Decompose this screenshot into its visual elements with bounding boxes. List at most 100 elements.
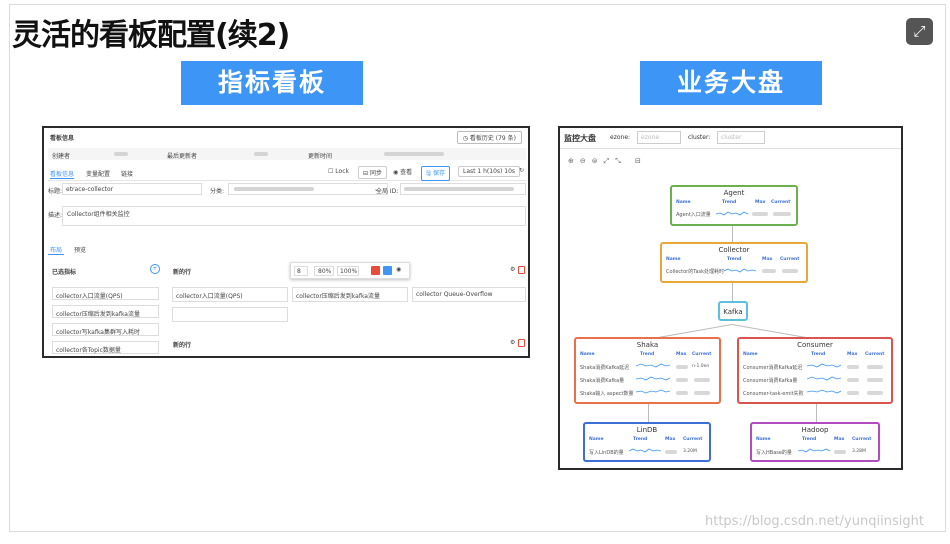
current-value: n-1.0en (692, 364, 710, 369)
tab-preview[interactable]: 预览 (74, 245, 86, 254)
node-title: Consumer (797, 341, 833, 349)
width-100-button[interactable]: 100% (337, 266, 359, 276)
delete-icon[interactable] (371, 266, 380, 275)
trend-sparkline (798, 448, 830, 453)
gear-icon[interactable]: ⚙ (510, 339, 515, 346)
ezone-input[interactable]: ezone (637, 131, 681, 144)
node-title: LinDB (636, 426, 658, 434)
node-title: Collector (718, 246, 750, 254)
current-value (867, 378, 883, 382)
col-name: Name (666, 257, 681, 262)
kafka-node[interactable]: Kafka (718, 301, 748, 321)
row-cell-empty[interactable] (172, 307, 288, 322)
node-title: Hadoop (801, 426, 829, 434)
row-cell[interactable]: collector压缩后发到kafka流量 (292, 287, 408, 302)
trend-sparkline (629, 448, 661, 453)
creator-label: 创建者 (52, 153, 71, 160)
col-current: Current (865, 352, 885, 357)
edit-icon[interactable] (383, 266, 392, 275)
trash-icon[interactable] (518, 339, 525, 347)
refresh-icon[interactable]: ↻ (519, 167, 524, 174)
business-overview-screenshot: 监控大盘 ezone: ezone cluster: cluster ⊕⊖⊜⤢⤡… (558, 126, 903, 470)
col-name: Name (756, 437, 771, 442)
hadoop-node[interactable]: Hadoop Name Trend Max Current 写入HBase的量 … (750, 422, 880, 462)
max-value (762, 269, 776, 273)
view-button[interactable]: ◉ 查看 (389, 166, 417, 177)
current-value (867, 365, 883, 369)
zoom-toolbar[interactable]: ⊕⊖⊜⤢⤡ ⊟ (568, 157, 647, 166)
row-cell[interactable]: collector入口流量(QPS) (172, 287, 288, 302)
current-value (694, 378, 710, 382)
shaka-node[interactable]: Shaka Name Trend Max Current Shaka消费Kafk… (574, 337, 721, 404)
lindb-node[interactable]: LinDB Name Trend Max Current 写入LinDB的量 3… (583, 422, 711, 462)
category-value (234, 187, 314, 191)
time-range-picker[interactable]: Last 1 h(10s) 10s (458, 166, 521, 177)
metric-row: Shaka输入 aspect数量 (580, 391, 634, 397)
metric-item[interactable]: collector入口流量(QPS) (52, 287, 159, 300)
tab-links[interactable]: 链接 (121, 169, 133, 178)
current-value (773, 212, 791, 216)
collector-node[interactable]: Collector Name Trend Max Current Collect… (660, 242, 808, 283)
expand-icon[interactable]: ⤢ (906, 18, 933, 45)
max-value (665, 450, 677, 454)
node-title: Agent (723, 189, 745, 197)
consumer-node[interactable]: Consumer Name Trend Max Current Consumer… (737, 337, 893, 404)
current-value (867, 391, 883, 395)
agent-node[interactable]: Agent Name Trend Max Current Agent入口流量 (670, 185, 798, 226)
col-trend: Trend (802, 437, 817, 442)
tab-variables[interactable]: 变量配置 (86, 169, 110, 178)
metric-item[interactable]: collector各Topic数据量 (52, 341, 159, 354)
col-current: Current (692, 352, 712, 357)
trend-sparkline (807, 363, 841, 394)
save-label: 保存 (433, 170, 446, 177)
connector (732, 226, 733, 242)
col-name: Name (589, 437, 604, 442)
save-button[interactable]: 🖫 保存 (421, 166, 451, 181)
history-button-label: 看板历史 (79 条) (469, 135, 516, 142)
width-80-button[interactable]: 80% (314, 266, 334, 276)
trash-icon[interactable] (518, 266, 525, 274)
toolbar-divider (560, 148, 901, 149)
view-label: 查看 (400, 169, 413, 176)
eye-icon[interactable]: ◉ (396, 266, 401, 273)
update-time-value (384, 152, 444, 156)
max-value (847, 365, 859, 369)
slide-title: 灵活的看板配置(续2) (12, 18, 290, 53)
metric-item[interactable]: collector写kafka集群写入耗时 (52, 323, 159, 336)
tab-dashboard-info[interactable]: 看板信息 (50, 169, 74, 178)
row-cell[interactable]: collector Queue-Overflow (412, 287, 526, 302)
column-select[interactable]: 8 (294, 266, 308, 276)
sync-button[interactable]: ⊟ 同步 (358, 166, 387, 179)
description-textarea[interactable]: Collector组件相关监控 (62, 206, 526, 226)
category-label: 分类: (210, 188, 225, 195)
lock-checkbox[interactable]: ☐ Lock (328, 168, 349, 175)
node-title: Kafka (723, 308, 743, 316)
col-max: Max (847, 352, 858, 357)
max-value (752, 212, 768, 216)
max-value (834, 450, 846, 454)
metric-row: Consumer-task-emit失败 (743, 391, 804, 397)
metric-item[interactable]: collector压缩后发到kafka流量 (52, 305, 159, 318)
connector (648, 404, 649, 422)
connector (732, 283, 733, 301)
active-tab-underline (50, 178, 74, 179)
cluster-input[interactable]: cluster (717, 131, 765, 144)
metric-row: Consumer消费Kafka量 (743, 378, 798, 384)
max-value (847, 391, 859, 395)
gear-icon[interactable]: ⚙ (510, 266, 515, 273)
tab-layout[interactable]: 布局 (50, 245, 62, 254)
layout-tab-underline (48, 254, 64, 255)
dashboard-label: 指标看板 (181, 61, 363, 105)
panel-header: 看板信息 (50, 135, 75, 142)
overview-title: 监控大盘 (564, 134, 596, 143)
add-metric-icon[interactable]: + (150, 264, 160, 274)
trend-sparkline (636, 363, 670, 394)
max-value (676, 378, 688, 382)
history-button[interactable]: ◷ 看板历史 (79 条) (456, 131, 522, 144)
dashboard-editor-screenshot: 看板信息 ◷ 看板历史 (79 条) 创建者 最后更新者 更新时间 看板信息 变… (42, 126, 530, 358)
col-name: Name (676, 200, 691, 205)
global-id-value (404, 187, 514, 191)
trend-sparkline (716, 211, 748, 216)
title-input[interactable]: etrace-collector (62, 183, 202, 195)
ezone-label: ezone: (610, 134, 631, 141)
